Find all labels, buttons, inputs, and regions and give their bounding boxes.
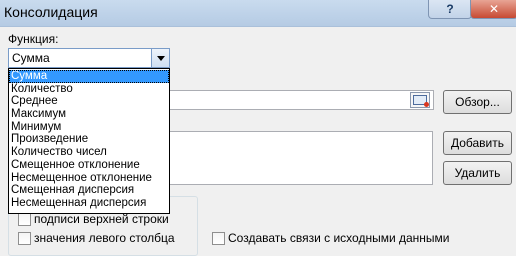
title-bar: Консолидация ? ✕ [0,0,516,27]
all-references-list[interactable] [170,131,433,185]
dropdown-arrow-button[interactable] [151,49,169,67]
dropdown-option[interactable]: Количество чисел [9,146,169,159]
function-label: Функция: [8,32,59,46]
browse-button[interactable]: Обзор... [443,90,512,114]
top-row-checkbox[interactable] [18,213,31,226]
dropdown-option[interactable]: Среднее [9,95,169,108]
function-select[interactable]: Сумма [8,48,170,68]
left-column-label: значения левого столбца [34,231,175,245]
create-links-label: Создавать связи с исходными данными [228,231,450,245]
delete-button[interactable]: Удалить [443,161,512,185]
dropdown-option[interactable]: Произведение [9,133,169,146]
add-button[interactable]: Добавить [443,131,512,155]
range-select-icon [413,95,429,107]
window-title: Консолидация [4,4,98,20]
dropdown-option[interactable]: Минимум [9,121,169,134]
dropdown-option[interactable]: Смещенное отклонение [9,159,169,172]
chevron-down-icon [156,55,165,61]
left-column-checkbox[interactable] [18,232,31,245]
close-button[interactable]: ✕ [470,0,516,19]
dropdown-option[interactable]: Смещенная дисперсия [9,184,169,197]
top-row-label: подписи верхней строки [34,212,169,226]
function-dropdown-list[interactable]: Сумма Количество Среднее Максимум Минимум Про… [8,68,170,214]
dropdown-option[interactable]: Несмещенная дисперсия [9,197,169,210]
create-links-checkbox[interactable] [212,232,225,245]
dropdown-option[interactable]: Количество [9,83,169,96]
function-select-value: Сумма [12,51,50,65]
dropdown-option[interactable]: Сумма [9,70,169,83]
help-button[interactable]: ? [428,0,472,19]
dropdown-option[interactable]: Максимум [9,108,169,121]
dropdown-option[interactable]: Несмещенное отклонение [9,172,169,185]
collapse-dialog-button[interactable] [410,92,430,108]
reference-input[interactable] [170,90,434,110]
